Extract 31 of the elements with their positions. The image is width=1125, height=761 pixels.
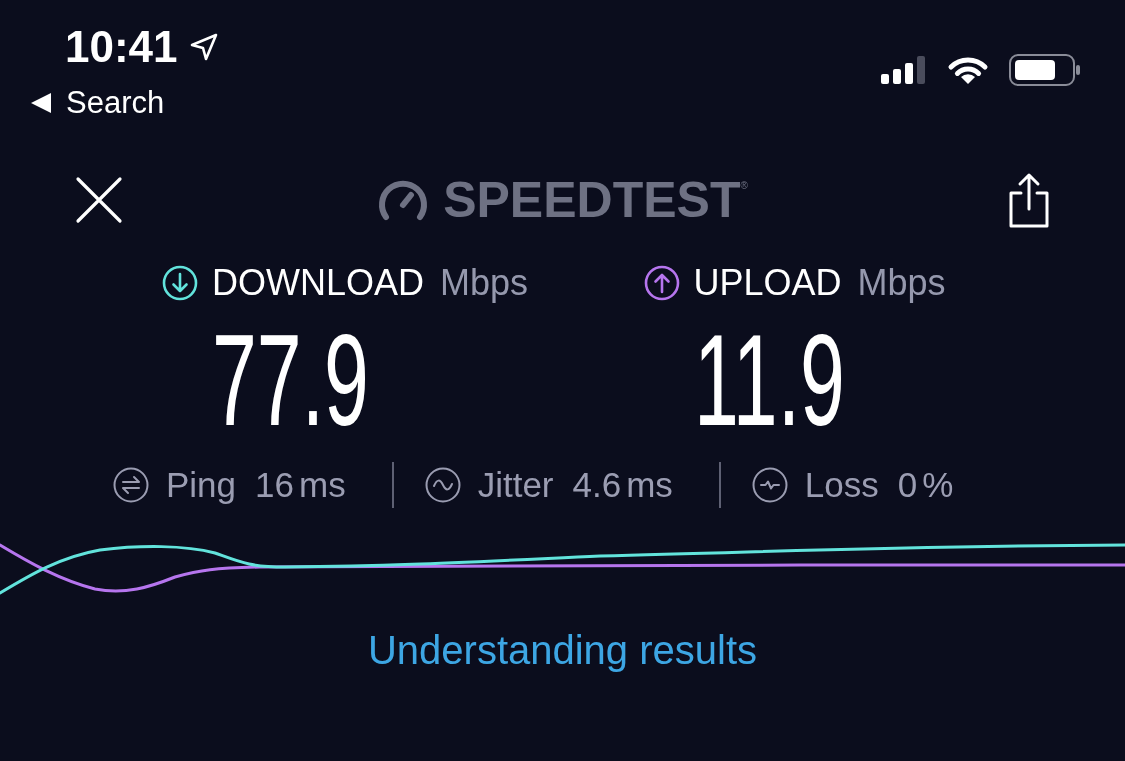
trademark-mark: ® [740,180,748,191]
pulse-icon [751,467,788,503]
stat-label: Ping [166,465,237,505]
understanding-results-link[interactable]: Understanding results [367,625,758,675]
result-label: UPLOAD [693,263,842,303]
gauge-icon [377,178,430,222]
back-icon [30,92,52,114]
share-icon[interactable] [1008,172,1050,228]
back-button[interactable]: Search [30,85,218,121]
battery-icon [1009,54,1081,86]
close-icon[interactable] [75,176,123,224]
stat-label: Loss [804,465,879,505]
stat-unit: ms [626,465,673,505]
speed-value: 11.9 [693,315,845,445]
wave-icon [424,467,461,503]
unit-label: Mbps [440,263,529,303]
result-label: DOWNLOAD [212,263,424,303]
stat-value: 16 [255,465,294,505]
location-arrow-icon [189,33,218,61]
speed-value: 77.9 [212,315,369,445]
logo-text: SPEEDTEST [443,172,741,228]
status-time: 10:41 [65,22,178,72]
wifi-icon [947,55,989,85]
stat-label: Jitter [477,465,554,505]
stat-value: 0 [897,465,918,505]
two-arrows-icon [113,467,149,503]
stat-unit: % [922,465,954,505]
stat-value: 4.6 [572,465,622,505]
unit-label: Mbps [857,263,946,303]
signal-bars-icon [881,56,927,84]
stat-unit: ms [299,465,346,505]
